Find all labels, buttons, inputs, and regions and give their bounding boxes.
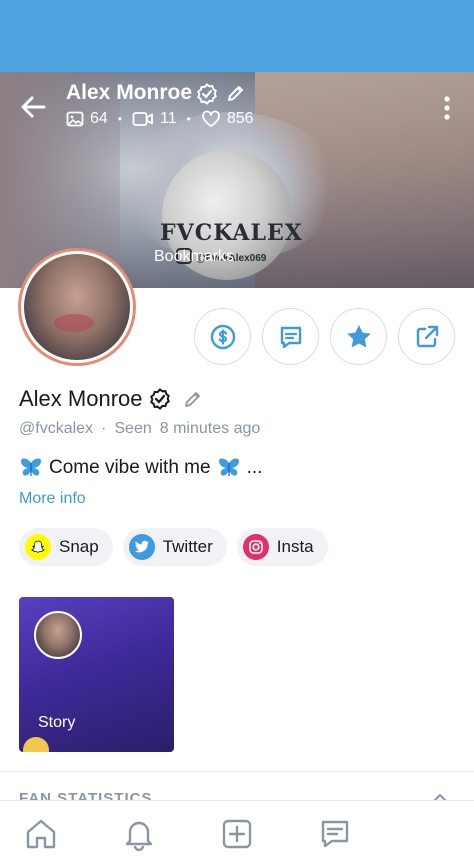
story-label: Story [38,714,76,731]
insta-link[interactable]: Insta [236,528,328,566]
cover-title: FVCKALEX [160,220,303,246]
arrow-left-icon [21,96,46,118]
snap-label: Snap [59,537,99,556]
insta-label: Insta [276,537,314,556]
bottom-nav [0,800,474,866]
message-icon [321,820,349,848]
back-button[interactable] [18,92,48,122]
photos-count: 64 [90,110,108,127]
status-bar [0,0,474,72]
seen-label: Seen [114,420,152,437]
header-name: Alex Monroe [66,81,193,104]
twitter-icon [128,534,155,560]
seen-time: 8 minutes ago [159,420,261,437]
nav-messages[interactable] [318,817,352,851]
bio-ellipsis: ... [246,457,263,478]
profile-name: Alex Monroe [19,386,143,411]
twitter-label: Twitter [162,537,213,556]
kebab-menu-icon [444,96,450,120]
likes-count: 856 [226,110,254,127]
photo-icon [66,111,84,127]
video-icon [132,112,153,126]
share-button[interactable] [398,308,455,365]
bio-text: Come vibe with me [49,457,211,478]
story-avatar [34,611,82,659]
twitter-link[interactable]: Twitter [122,528,227,566]
instagram-icon [242,534,269,560]
more-info-link[interactable]: More info [19,490,86,508]
avatar[interactable] [18,248,136,366]
snap-link[interactable]: Snap [19,528,113,566]
nav-add[interactable] [220,817,254,851]
message-button[interactable] [262,308,319,365]
butterfly-icon [21,458,41,476]
home-icon [26,819,56,849]
header-stats: 64 • 11 • 856 [66,110,254,128]
message-icon [280,326,301,348]
emoji-icon [23,737,49,752]
more-options-button[interactable] [436,94,458,122]
divider [0,771,474,772]
nav-home[interactable] [24,817,58,851]
profile-handle: @fvckalex [19,420,94,437]
edit-icon[interactable] [226,83,246,108]
profile-header: Alex Monroe 64 • 11 • 856 [0,72,474,142]
tip-button[interactable] [194,308,251,365]
verified-icon [149,388,170,410]
heart-icon [201,110,220,127]
bookmarks-link[interactable]: Bookmarks [154,248,234,266]
bell-icon [125,821,153,852]
butterfly-icon [218,458,239,476]
share-icon [416,325,438,347]
videos-count: 11 [160,110,177,127]
favorite-button[interactable] [330,308,387,365]
edit-icon[interactable] [183,389,203,409]
profile-meta: @fvckalex · Seen 8 minutes ago [19,420,261,437]
profile-actions [194,308,455,365]
nav-notifications[interactable] [122,817,156,852]
snapchat-icon [25,534,51,560]
profile-name-row: Alex Monroe [19,386,203,412]
verified-icon [196,83,218,110]
star-icon [346,324,371,347]
story-card[interactable]: Story [19,597,174,752]
plus-square-icon [222,819,252,849]
social-links: Snap Twitter Insta [19,528,328,566]
dollar-icon [210,324,235,349]
profile-bio: Come vibe with me ... [19,457,262,479]
